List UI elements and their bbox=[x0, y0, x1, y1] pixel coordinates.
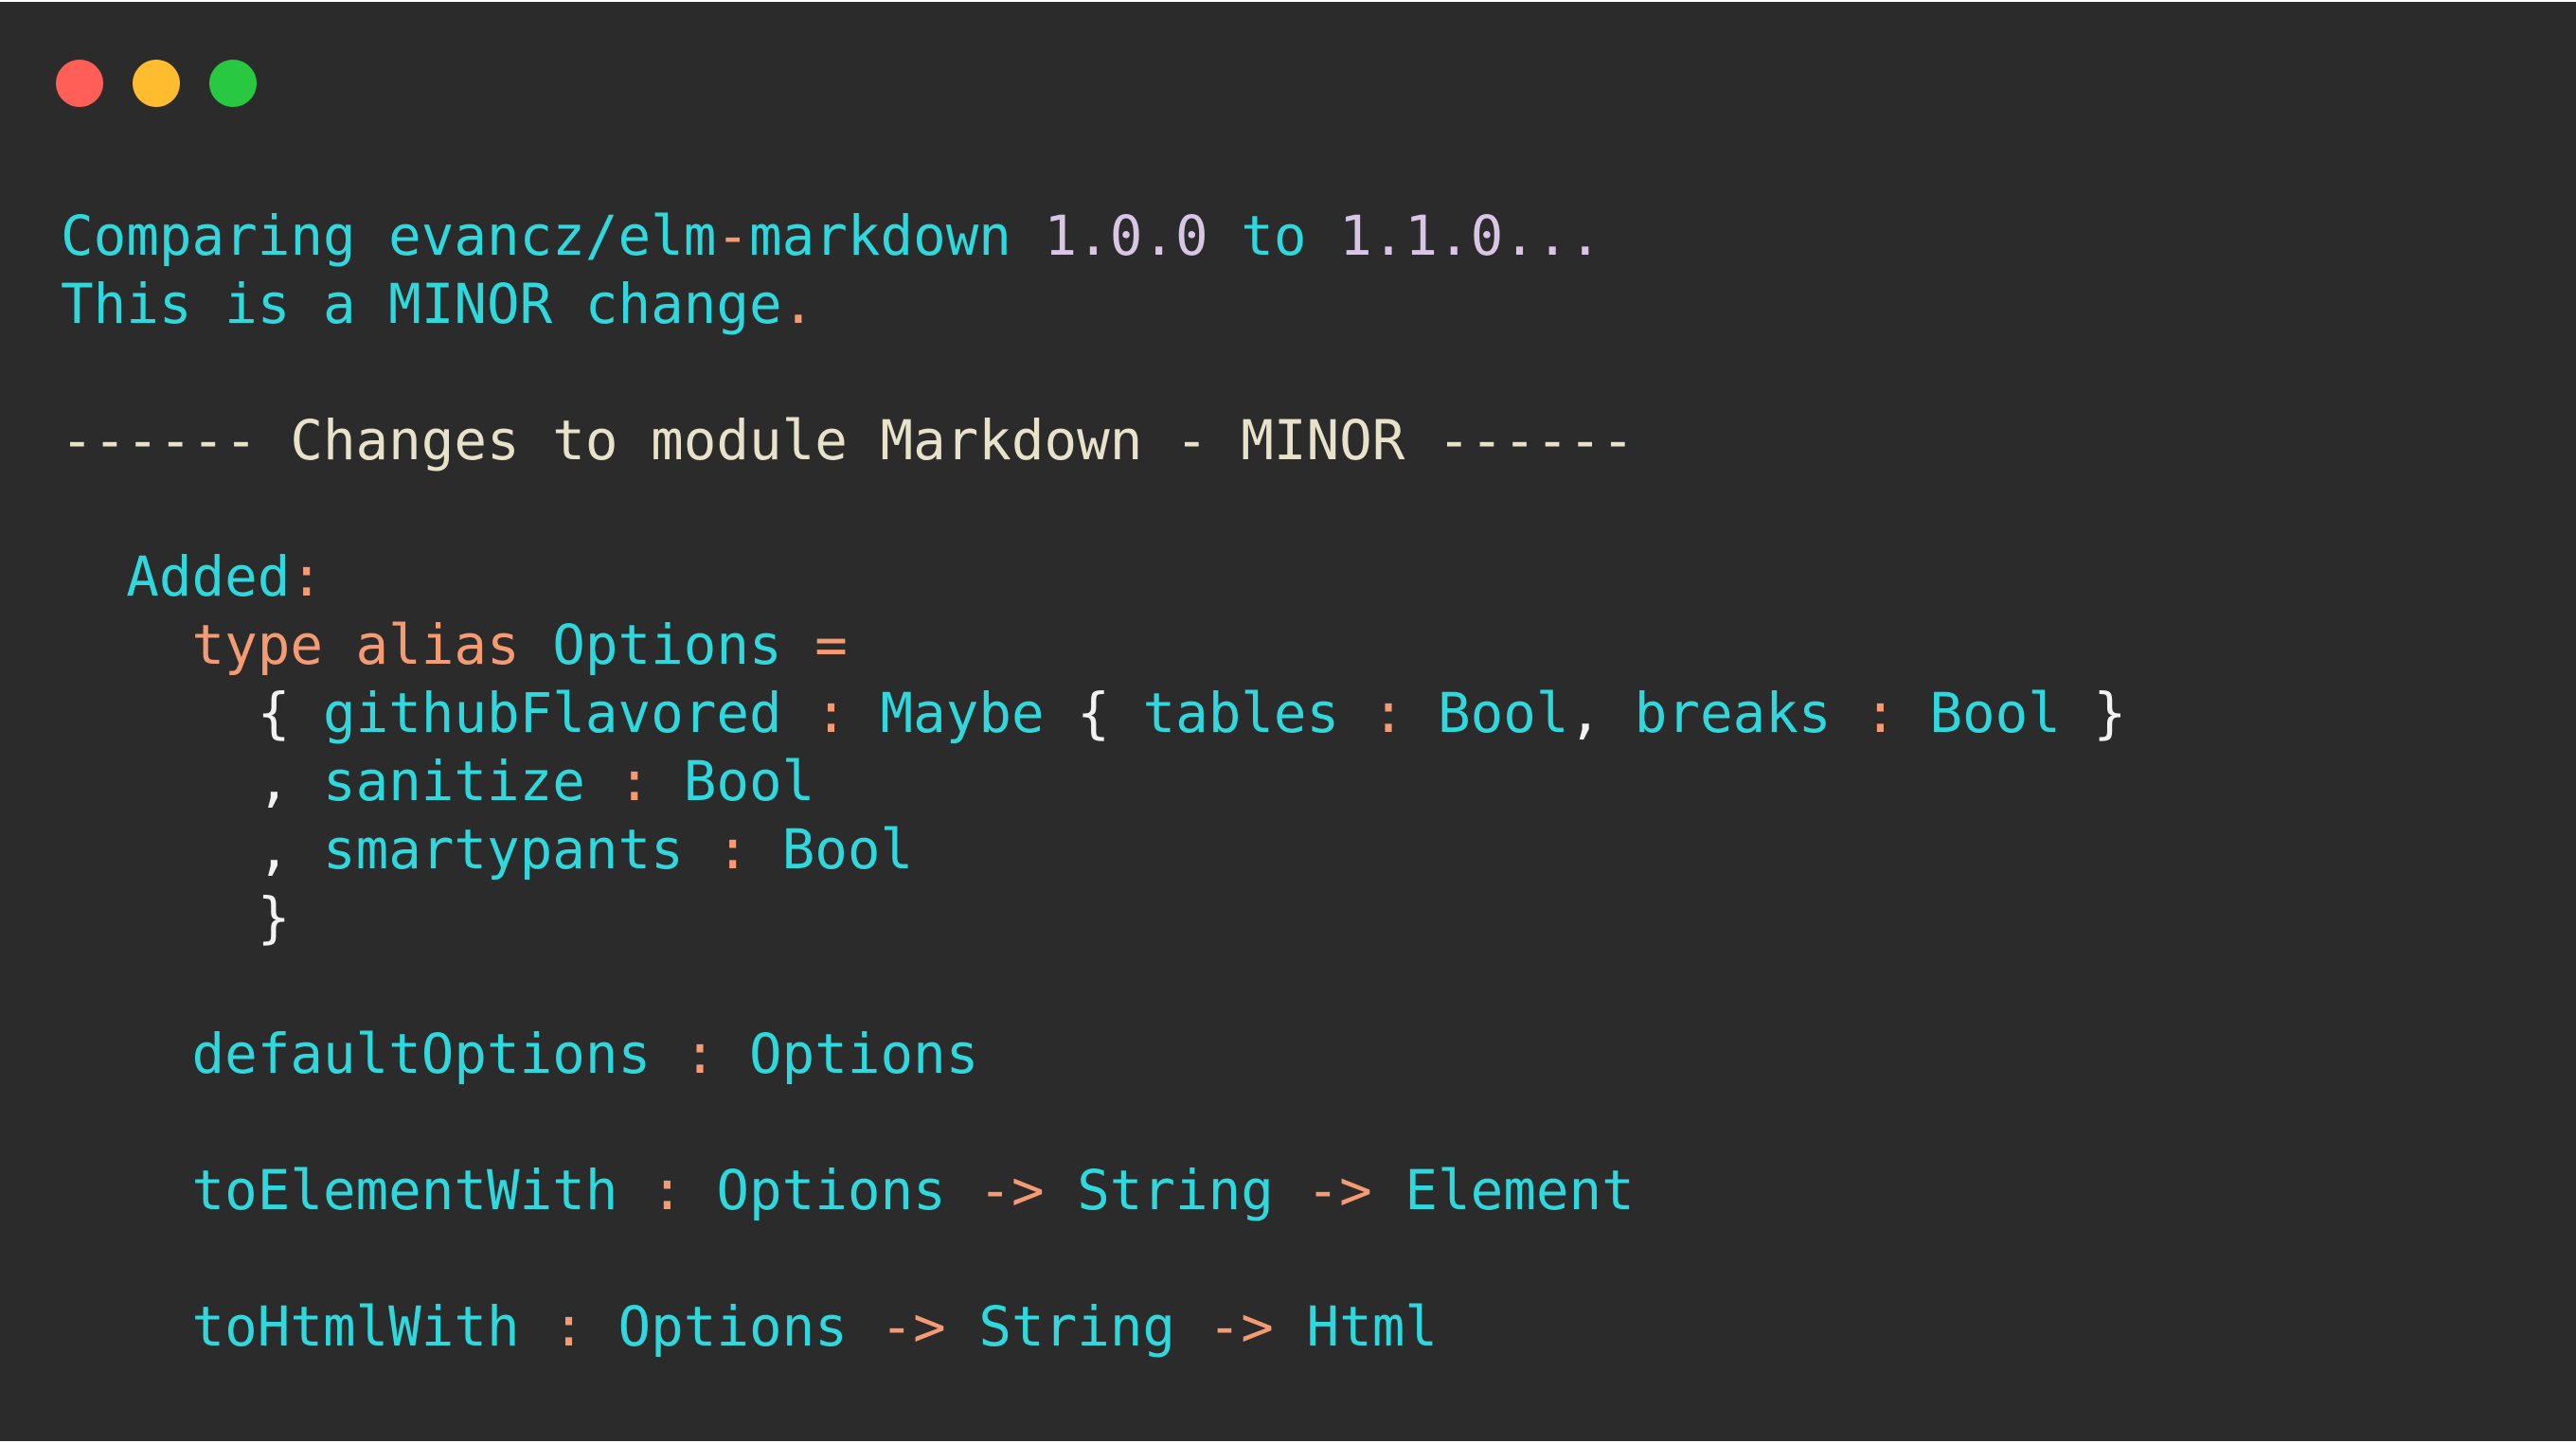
terminal-line: This is a MINOR change. bbox=[61, 271, 2126, 339]
code-token: , bbox=[1568, 682, 1635, 745]
terminal-line: Added: bbox=[61, 543, 2126, 612]
code-token: . bbox=[781, 273, 815, 336]
code-token: Comparing evancz/elm bbox=[61, 205, 717, 268]
code-token: Options bbox=[617, 1295, 881, 1359]
code-token: toHtmlWith bbox=[61, 1295, 553, 1359]
code-token: : bbox=[617, 750, 684, 813]
code-token: : bbox=[1371, 682, 1439, 745]
minimize-button[interactable] bbox=[133, 60, 180, 107]
window-controls bbox=[56, 60, 257, 107]
code-token: to bbox=[1208, 205, 1340, 268]
terminal-line: toElementWith : Options -> String -> Ele… bbox=[61, 1157, 2126, 1225]
code-token: Options bbox=[552, 614, 815, 677]
code-token: markdown bbox=[748, 205, 1045, 268]
code-token: type alias bbox=[61, 614, 553, 677]
code-token: : bbox=[814, 682, 881, 745]
code-token: Maybe bbox=[880, 682, 1078, 745]
terminal-line: , smartypants : Bool bbox=[61, 816, 2126, 884]
code-token: { bbox=[1077, 682, 1143, 745]
code-token: ------ Changes to module Markdown - MINO… bbox=[61, 409, 1635, 472]
code-token: Bool bbox=[1929, 682, 2094, 745]
terminal-line: , sanitize : Bool bbox=[61, 748, 2126, 816]
zoom-button[interactable] bbox=[209, 60, 257, 107]
code-token: Bool bbox=[683, 750, 815, 813]
code-token: : bbox=[290, 545, 323, 609]
code-token: smartypants bbox=[322, 818, 717, 882]
code-token: This is a MINOR change bbox=[61, 273, 782, 336]
terminal-line: { githubFlavored : Maybe { tables : Bool… bbox=[61, 680, 2126, 748]
code-token: : bbox=[651, 1159, 717, 1222]
code-token: , bbox=[61, 818, 323, 882]
code-token: githubFlavored bbox=[322, 682, 815, 745]
terminal-output: Comparing evancz/elm-markdown 1.0.0 to 1… bbox=[61, 203, 2126, 1362]
code-token: - bbox=[716, 205, 749, 268]
code-token: } bbox=[2093, 682, 2127, 745]
terminal-line: Comparing evancz/elm-markdown 1.0.0 to 1… bbox=[61, 203, 2126, 271]
code-token: , bbox=[61, 750, 323, 813]
code-token: : bbox=[1864, 682, 1930, 745]
code-token: = bbox=[814, 614, 848, 677]
code-token: String bbox=[1077, 1159, 1307, 1222]
code-token: sanitize bbox=[322, 750, 618, 813]
code-token: Element bbox=[1404, 1159, 1635, 1222]
code-token: tables bbox=[1142, 682, 1372, 745]
terminal-line: toHtmlWith : Options -> String -> Html bbox=[61, 1293, 2126, 1362]
code-token: Options bbox=[716, 1159, 979, 1222]
code-token: { bbox=[61, 682, 323, 745]
terminal-line: type alias Options = bbox=[61, 612, 2126, 680]
code-token: Options bbox=[749, 1023, 979, 1086]
code-token: : bbox=[716, 818, 782, 882]
code-token: -> bbox=[978, 1159, 1078, 1222]
code-token: } bbox=[61, 886, 291, 950]
code-token: -> bbox=[1306, 1159, 1405, 1222]
code-token: 1.1.0... bbox=[1339, 205, 1602, 268]
code-token: Bool bbox=[781, 818, 914, 882]
code-token: Added bbox=[61, 545, 291, 609]
close-button[interactable] bbox=[56, 60, 103, 107]
code-token: Html bbox=[1306, 1295, 1439, 1359]
terminal-line: } bbox=[61, 884, 2126, 953]
code-token: -> bbox=[880, 1295, 979, 1359]
terminal-line: defaultOptions : Options bbox=[61, 1021, 2126, 1089]
code-token: 1.0.0 bbox=[1044, 205, 1208, 268]
code-token: defaultOptions bbox=[61, 1023, 684, 1086]
code-token: String bbox=[978, 1295, 1208, 1359]
code-token: Bool bbox=[1438, 682, 1569, 745]
code-token: -> bbox=[1208, 1295, 1307, 1359]
terminal-line: ------ Changes to module Markdown - MINO… bbox=[61, 407, 2126, 475]
terminal-window: Comparing evancz/elm-markdown 1.0.0 to 1… bbox=[0, 2, 2576, 1441]
code-token: : bbox=[683, 1023, 749, 1086]
code-token: breaks bbox=[1634, 682, 1865, 745]
code-token: : bbox=[552, 1295, 618, 1359]
code-token: toElementWith bbox=[61, 1159, 652, 1222]
